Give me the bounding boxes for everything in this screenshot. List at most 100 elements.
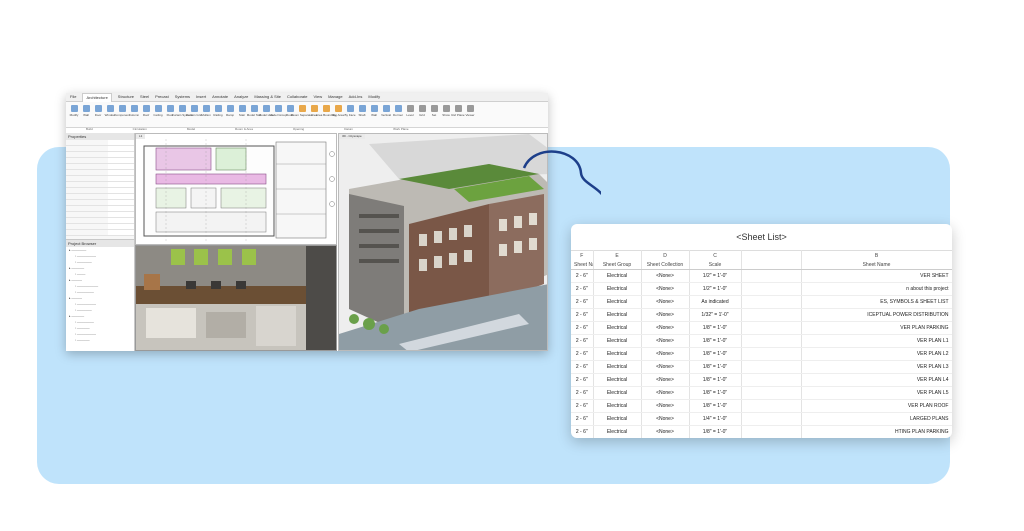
ribbon-tool-button[interactable]: Grid — [417, 104, 427, 125]
ribbon-tab[interactable]: View — [313, 93, 322, 101]
tool-label: Column — [128, 113, 140, 117]
tool-icon — [262, 105, 270, 112]
ribbon-tab[interactable]: Precast — [155, 93, 169, 101]
cell-empty — [741, 425, 802, 438]
ribbon-tool-button[interactable]: Wall — [369, 104, 379, 125]
table-row[interactable]: 2 - 6" Electrical <None> 1/8" = 1'-0" VER PL… — [571, 386, 952, 400]
tool-label: Show — [442, 113, 450, 117]
column-header[interactable]: Scale — [689, 260, 742, 270]
cell-scale: 1/8" = 1'-0" — [689, 321, 742, 335]
ribbon-tool-button[interactable]: Stair — [237, 104, 247, 125]
cell-sheet-name: VER SHEET — [801, 269, 952, 283]
cell-scale: 1/8" = 1'-0" — [689, 373, 742, 387]
cell-sheet-group: Electrical — [593, 269, 642, 283]
table-row[interactable]: 2 - 6" Electrical <None> 1/8" = 1'-0" VER PL… — [571, 360, 952, 374]
table-row[interactable]: 2 - 6" Electrical <None> As indicated ES, SY… — [571, 295, 952, 309]
ribbon-tool-button[interactable]: By Face — [345, 104, 356, 125]
ribbon-tool-button[interactable]: Tag Area — [332, 104, 344, 125]
table-row[interactable]: 2 - 6" Electrical <None> 1/8" = 1'-0" HTING … — [571, 425, 952, 438]
cell-sheet-group: Electrical — [593, 282, 642, 296]
column-header[interactable] — [741, 260, 802, 270]
cell-sheet-number: 2 - 6" — [571, 269, 594, 283]
column-header[interactable]: Sheet Collection — [641, 260, 690, 270]
ribbon-tab[interactable]: Massing & Site — [254, 93, 281, 101]
table-row[interactable]: 2 - 6" Electrical <None> 1/8" = 1'-0" VER PL… — [571, 347, 952, 361]
ribbon-tool-button[interactable]: Room Separator — [291, 104, 313, 125]
cell-sheet-name: VER PLAN L4 — [801, 373, 952, 387]
ribbon-tab[interactable]: Steel — [140, 93, 149, 101]
tool-icon — [274, 105, 282, 112]
tool-icon — [166, 105, 174, 112]
cell-sheet-name: VER PLAN L2 — [801, 347, 952, 361]
plan-view-label: L1 — [136, 134, 146, 139]
ribbon-tab[interactable]: File — [70, 93, 76, 101]
ribbon-tool-button[interactable]: Show — [441, 104, 451, 125]
cell-sheet-number: 2 - 6" — [571, 347, 594, 361]
ribbon-tab[interactable]: Structure — [118, 93, 134, 101]
interior-render — [136, 246, 336, 350]
ribbon-tool-button[interactable]: Level — [405, 104, 415, 125]
table-row[interactable]: 2 - 6" Electrical <None> 1/32" = 1'-0" ICEPT… — [571, 308, 952, 322]
ribbon-panel-name: Datum — [344, 127, 354, 131]
ribbon-tool-button[interactable]: Ramp — [225, 104, 235, 125]
cell-sheet-number: 2 - 6" — [571, 425, 594, 438]
ribbon-tool-button[interactable]: Model Text — [247, 104, 261, 125]
table-row[interactable]: 2 - 6" Electrical <None> 1/8" = 1'-0" VER PL… — [571, 399, 952, 413]
tool-icon — [190, 105, 198, 112]
cell-sheet-name: n about this project — [801, 282, 952, 296]
ribbon-tool-button[interactable]: Shaft — [357, 104, 367, 125]
ribbon-tool-button[interactable]: Ceiling — [153, 104, 163, 125]
cell-sheet-group: Electrical — [593, 412, 642, 426]
ribbon-tool-button[interactable]: Door — [93, 104, 103, 125]
ribbon-panel-name: Model — [186, 127, 196, 131]
ribbon-tool-button[interactable]: Vertical — [381, 104, 391, 125]
cell-empty — [741, 412, 802, 426]
ribbon-tab[interactable]: Annotate — [212, 93, 228, 101]
ribbon-tool-button[interactable]: Ref Plane — [451, 104, 465, 125]
cell-empty — [741, 373, 802, 387]
ribbon-tool-button[interactable]: Modify — [69, 104, 79, 125]
cell-sheet-name: ES, SYMBOLS & SHEET LIST — [801, 295, 952, 309]
table-row[interactable]: 2 - 6" Electrical <None> 1/2" = 1'-0" VER SH… — [571, 269, 952, 283]
ribbon-tool-button[interactable]: Component — [114, 104, 130, 125]
cell-sheet-name: LARGED PLANS — [801, 412, 952, 426]
table-row[interactable]: 2 - 6" Electrical <None> 1/8" = 1'-0" VER PL… — [571, 334, 952, 348]
ribbon-tool-button[interactable]: Mullion — [201, 104, 211, 125]
column-header[interactable]: Sheet Group — [593, 260, 642, 270]
ribbon-tab[interactable]: Insert — [196, 93, 206, 101]
table-row[interactable]: 2 - 6" Electrical <None> 1/4" = 1'-0" LARGED… — [571, 412, 952, 426]
column-letter: F — [571, 250, 594, 260]
ribbon-tab[interactable]: Collaborate — [287, 93, 307, 101]
ribbon-tab[interactable]: Manage — [328, 93, 342, 101]
cell-scale: 1/8" = 1'-0" — [689, 334, 742, 348]
cell-sheet-collection: <None> — [641, 321, 690, 335]
cell-sheet-number: 2 - 6" — [571, 295, 594, 309]
ribbon-tool-button[interactable]: Roof — [141, 104, 151, 125]
ribbon-tool-button[interactable]: Dormer — [393, 104, 403, 125]
tool-icon — [142, 105, 150, 112]
ribbon-tab[interactable]: Analyze — [234, 93, 248, 101]
ribbon-tab[interactable]: Add-Ins — [349, 93, 363, 101]
cell-scale: 1/4" = 1'-0" — [689, 412, 742, 426]
ribbon-tool-button[interactable]: Curtain Grid — [186, 104, 202, 125]
ribbon-tool-button[interactable]: Viewer — [465, 104, 475, 125]
column-header[interactable]: Sheet Name — [801, 260, 952, 270]
ribbon-tool-button[interactable]: Railing — [213, 104, 223, 125]
ribbon-tool-button[interactable]: Wall — [81, 104, 91, 125]
ribbon-tool-button[interactable]: Column — [129, 104, 139, 125]
ribbon-tool-button[interactable]: Area Boundary — [316, 104, 336, 125]
cell-sheet-group: Electrical — [593, 321, 642, 335]
ribbon-tab[interactable]: Modify — [368, 93, 380, 101]
ribbon-panel-names: Build Circulation Model Room & Area Opening D… — [66, 127, 548, 132]
table-row[interactable]: 2 - 6" Electrical <None> 1/8" = 1'-0" VER PL… — [571, 373, 952, 387]
ribbon-tab[interactable]: Systems — [175, 93, 190, 101]
table-row[interactable]: 2 - 6" Electrical <None> 1/2" = 1'-0" n abou… — [571, 282, 952, 296]
ribbon-tool-button[interactable]: Set — [429, 104, 439, 125]
column-header[interactable]: Sheet Na — [571, 260, 594, 270]
ribbon-tab[interactable]: Architecture — [82, 93, 112, 102]
table-row[interactable]: 2 - 6" Electrical <None> 1/8" = 1'-0" VER PL… — [571, 321, 952, 335]
ribbon-tool-button[interactable]: Model Group — [269, 104, 287, 125]
tool-label: Mullion — [201, 113, 211, 117]
cell-sheet-group: Electrical — [593, 347, 642, 361]
interior-3d-view — [135, 245, 337, 351]
